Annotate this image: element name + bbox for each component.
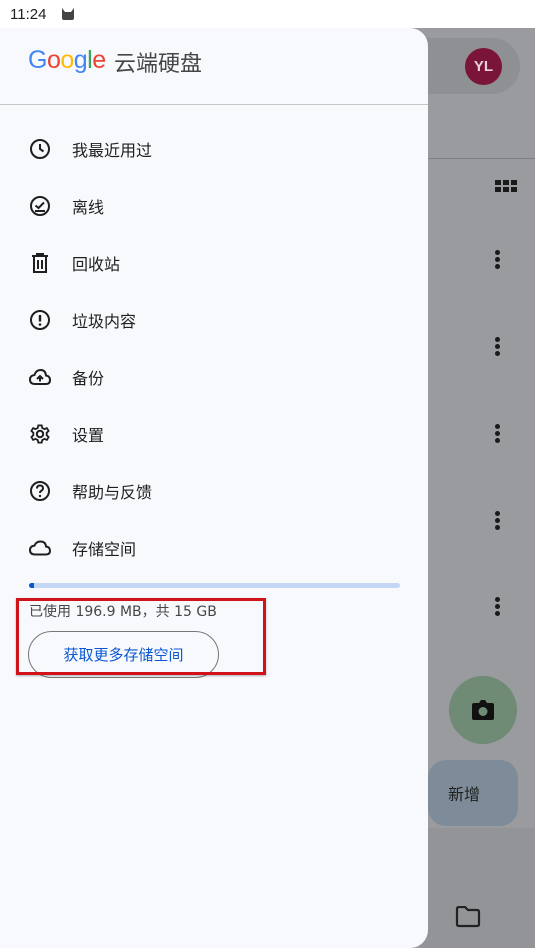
navigation-drawer: Google 云端硬盘 我最近用过 离线 回收站 垃圾内容 备份 设置 帮助与反… bbox=[0, 28, 428, 948]
menu-item-help[interactable]: 帮助与反馈 bbox=[0, 466, 428, 516]
storage-progress-fill bbox=[29, 583, 34, 588]
google-logo: Google bbox=[28, 46, 106, 74]
storage-progress-bar bbox=[29, 583, 400, 588]
menu-label-spam: 垃圾内容 bbox=[72, 312, 137, 331]
grid-view-icon[interactable] bbox=[495, 180, 517, 204]
menu-item-offline[interactable]: 离线 bbox=[0, 181, 428, 231]
menu-label-trash: 回收站 bbox=[72, 255, 121, 274]
cat-icon bbox=[61, 6, 75, 25]
menu-label-storage: 存储空间 bbox=[72, 540, 137, 559]
cloud-icon bbox=[28, 536, 52, 560]
menu-item-recent[interactable]: 我最近用过 bbox=[0, 124, 428, 174]
menu-label-help: 帮助与反馈 bbox=[72, 483, 153, 502]
menu-label-backup: 备份 bbox=[72, 369, 105, 388]
new-fab[interactable]: 新增 bbox=[428, 760, 518, 826]
gear-icon bbox=[28, 422, 52, 446]
menu-label-settings: 设置 bbox=[72, 426, 105, 445]
clock-icon bbox=[28, 137, 52, 161]
more-options-icon[interactable] bbox=[490, 422, 504, 448]
more-options-icon[interactable] bbox=[490, 335, 504, 361]
menu-label-recent: 我最近用过 bbox=[72, 141, 153, 160]
folder-icon[interactable] bbox=[455, 905, 481, 932]
menu-item-spam[interactable]: 垃圾内容 bbox=[0, 295, 428, 345]
cloud-upload-icon bbox=[28, 365, 52, 389]
spam-alert-icon bbox=[28, 308, 52, 332]
menu-item-storage[interactable]: 存储空间 bbox=[0, 523, 428, 573]
camera-icon bbox=[472, 700, 494, 720]
status-bar: 11:24 bbox=[0, 0, 535, 28]
offline-check-icon bbox=[28, 194, 52, 218]
more-options-icon[interactable] bbox=[490, 595, 504, 621]
more-options-icon[interactable] bbox=[490, 509, 504, 535]
trash-icon bbox=[28, 251, 52, 275]
get-more-storage-button[interactable]: 获取更多存储空间 bbox=[28, 631, 219, 678]
drive-title: 云端硬盘 bbox=[114, 52, 203, 77]
help-icon bbox=[28, 479, 52, 503]
menu-item-settings[interactable]: 设置 bbox=[0, 409, 428, 459]
avatar[interactable]: YL bbox=[465, 48, 502, 85]
menu-item-trash[interactable]: 回收站 bbox=[0, 238, 428, 288]
status-time: 11:24 bbox=[10, 6, 47, 23]
divider bbox=[420, 158, 535, 159]
storage-usage-text: 已使用 196.9 MB，共 15 GB bbox=[29, 604, 217, 620]
drawer-header: Google 云端硬盘 bbox=[0, 28, 428, 105]
new-label: 新增 bbox=[448, 785, 481, 804]
camera-fab[interactable] bbox=[449, 676, 517, 744]
menu-item-backup[interactable]: 备份 bbox=[0, 352, 428, 402]
more-options-icon[interactable] bbox=[490, 248, 504, 274]
menu-label-offline: 离线 bbox=[72, 198, 105, 217]
